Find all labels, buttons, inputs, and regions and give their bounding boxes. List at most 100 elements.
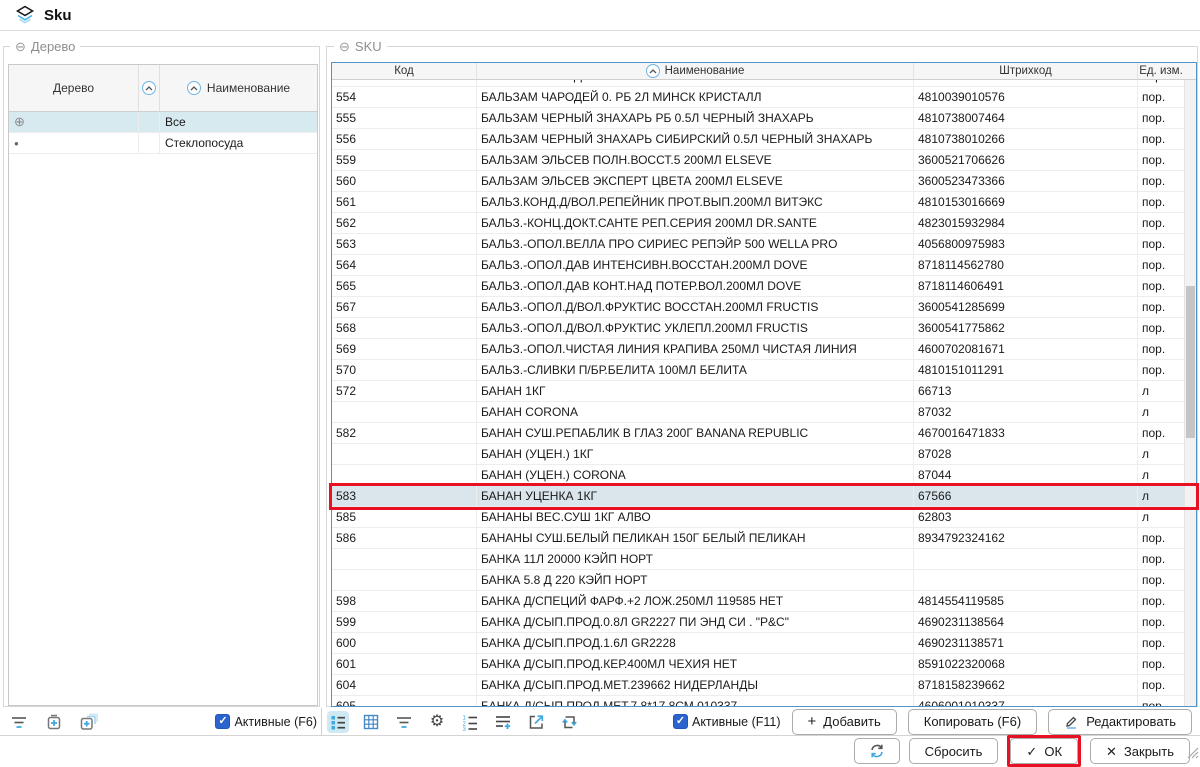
refresh-button[interactable] xyxy=(854,738,900,764)
cell-code: 586 xyxy=(332,528,477,548)
table-row[interactable]: 572БАНАН 1КГ66713л xyxy=(332,381,1184,402)
unit-column-header[interactable]: Ед. изм. xyxy=(1138,63,1184,79)
table-row[interactable]: 560БАЛЬЗАМ ЭЛЬСЕВ ЭКСПЕРТ ЦВЕТА 200МЛ EL… xyxy=(332,171,1184,192)
numbered-list-icon[interactable]: 123 xyxy=(459,711,481,733)
tree-row[interactable]: ●Стеклопосуда xyxy=(9,133,317,154)
collapse-minus-icon[interactable]: ⊖ xyxy=(15,40,26,53)
tree-cell-spacer xyxy=(139,133,160,153)
vertical-scrollbar[interactable] xyxy=(1184,80,1196,706)
table-row[interactable]: БАНАН (УЦЕН.) 1КГ87028л xyxy=(332,444,1184,465)
open-external-icon[interactable] xyxy=(525,711,547,733)
table-row[interactable]: 555БАЛЬЗАМ ЧЕРНЫЙ ЗНАХАРЬ РБ 0.5Л ЧЕРНЫЙ… xyxy=(332,108,1184,129)
cell-code: 563 xyxy=(332,234,477,254)
table-row[interactable]: 567БАЛЬЗ.-ОПОЛ.Д/ВОЛ.ФРУКТИС ВОССТАН.200… xyxy=(332,297,1184,318)
table-row[interactable]: 604БАНКА Д/СЫП.ПРОД.МЕТ.239662 НИДЕРЛАНД… xyxy=(332,675,1184,696)
table-row[interactable]: 586БАНАНЫ СУШ.БЕЛЫЙ ПЕЛИКАН 150Г БЕЛЫЙ П… xyxy=(332,528,1184,549)
cell-barcode: 4810738007464 xyxy=(914,108,1138,128)
cell-unit: пор. xyxy=(1138,129,1184,149)
barcode-column-header[interactable]: Штрихкод xyxy=(914,63,1138,79)
cell-code: 601 xyxy=(332,654,477,674)
table-row[interactable]: 570БАЛЬЗ.-СЛИВКИ П/БР.БЕЛИТА 100МЛ БЕЛИТ… xyxy=(332,360,1184,381)
title-bar: Sku xyxy=(0,0,1200,31)
tree-column-label: Дерево xyxy=(53,81,94,95)
resize-grip-icon[interactable] xyxy=(1187,746,1199,764)
table-row[interactable]: 563БАЛЬЗ.-ОПОЛ.ВЕЛЛА ПРО СИРИЕС РЕПЭЙР 5… xyxy=(332,234,1184,255)
cell-barcode: 4810738010266 xyxy=(914,129,1138,149)
table-row[interactable]: 601БАНКА Д/СЫП.ПРОД.КЕР.400МЛ ЧЕХИЯ НЕТ8… xyxy=(332,654,1184,675)
tree-column-header[interactable]: Дерево xyxy=(9,65,139,111)
settings-gear-icon[interactable]: ⚙ xyxy=(426,711,448,733)
cell-unit: пор. xyxy=(1138,549,1184,569)
table-row[interactable]: 583БАНАН УЦЕНКА 1КГ67566л xyxy=(332,486,1184,507)
table-row[interactable]: 605БАНКА Д/СЫП.ПРОД.МЕТ.7.8*17.8СМ.01033… xyxy=(332,696,1184,706)
table-row[interactable]: 568БАЛЬЗ.-ОПОЛ.Д/ВОЛ.ФРУКТИС УКЛЕПЛ.200М… xyxy=(332,318,1184,339)
table-row[interactable]: 561БАЛЬЗ.КОНД.Д/ВОЛ.РЕПЕЙНИК ПРОТ.ВЫП.20… xyxy=(332,192,1184,213)
name-column-header[interactable]: Наименование xyxy=(160,65,317,111)
cell-code: 562 xyxy=(332,213,477,233)
tree-sort-column[interactable] xyxy=(139,65,160,111)
cell-unit: пор. xyxy=(1138,423,1184,443)
grid-view-icon[interactable] xyxy=(360,711,382,733)
pencil-icon xyxy=(1064,714,1079,729)
collapse-minus-icon[interactable]: ⊖ xyxy=(339,40,350,53)
sort-asc-icon[interactable] xyxy=(142,81,156,95)
table-row[interactable]: 562БАЛЬЗ.-КОНЦ.ДОКТ.САНТЕ РЕП.СЕРИЯ 200М… xyxy=(332,213,1184,234)
table-row[interactable]: 569БАЛЬЗ.-ОПОЛ.ЧИСТАЯ ЛИНИЯ КРАПИВА 250М… xyxy=(332,339,1184,360)
table-row[interactable]: 565БАЛЬЗ.-ОПОЛ.ДАВ КОНТ.НАД ПОТЕР.ВОЛ.20… xyxy=(332,276,1184,297)
table-row[interactable]: БАНАН CORONA87032л xyxy=(332,402,1184,423)
cell-unit: пор. xyxy=(1138,360,1184,380)
table-row[interactable]: 556БАЛЬЗАМ ЧЕРНЫЙ ЗНАХАРЬ СИБИРСКИЙ 0.5Л… xyxy=(332,129,1184,150)
cell-barcode: 87028 xyxy=(914,444,1138,464)
edit-button[interactable]: Редактировать xyxy=(1048,709,1192,735)
copy-button-label: Копировать (F6) xyxy=(924,714,1021,729)
sort-asc-icon[interactable] xyxy=(187,81,201,95)
table-row[interactable]: 559БАЛЬЗАМ ЭЛЬСЕВ ПОЛН.ВОССТ.5 200МЛ ELS… xyxy=(332,150,1184,171)
code-column-header[interactable]: Код xyxy=(332,63,477,79)
table-row[interactable]: БАНКА 11Л 20000 КЭЙП НОРТпор. xyxy=(332,549,1184,570)
expand-plus-icon[interactable]: ⊕ xyxy=(9,112,139,132)
add-box-icon[interactable] xyxy=(43,711,65,733)
copy-button[interactable]: Копировать (F6) xyxy=(908,709,1037,735)
active-f6-checkbox[interactable]: ✓ Активные (F6) xyxy=(215,714,317,729)
table-row[interactable]: 582БАНАН СУШ.РЕПАБЛИК В ГЛАЗ 200Г BANANA… xyxy=(332,423,1184,444)
table-row[interactable]: 554БАЛЬЗАМ ЧАРОДЕЙ 0. РБ 2Л МИНСК КРИСТА… xyxy=(332,87,1184,108)
refresh-icon xyxy=(869,743,885,759)
add-button[interactable]: + Добавить xyxy=(792,709,897,735)
cell-unit: л xyxy=(1138,444,1184,464)
cell-code xyxy=(332,444,477,464)
add-to-list-icon[interactable] xyxy=(492,711,514,733)
close-button[interactable]: ✕ Закрыть xyxy=(1090,738,1190,764)
table-row[interactable]: 598БАНКА Д/СПЕЦИЙ ФАРФ.+2 ЛОЖ.250МЛ 1195… xyxy=(332,591,1184,612)
cell-name: БАЛЬЗАМ ЧАРОДЕЙ 0. РБ 1Л МИНСК КРИСТАЛЛ xyxy=(477,80,914,86)
cell-name: БАЛЬЗ.КОНД.Д/ВОЛ.РЕПЕЙНИК ПРОТ.ВЫП.200МЛ… xyxy=(477,192,914,212)
table-row[interactable]: БАНКА 5.8 Д 220 КЭЙП НОРТпор. xyxy=(332,570,1184,591)
name-column-header[interactable]: Наименование xyxy=(477,63,914,79)
cell-name: БАЛЬЗАМ ЭЛЬСЕВ ПОЛН.ВОССТ.5 200МЛ ELSEVE xyxy=(477,150,914,170)
filter-icon[interactable] xyxy=(8,711,30,733)
filter-icon[interactable] xyxy=(393,711,415,733)
add-multiple-icon[interactable] xyxy=(78,711,100,733)
table-row[interactable]: 600БАНКА Д/СЫП.ПРОД.1.6Л GR2228469023113… xyxy=(332,633,1184,654)
cell-unit: пор. xyxy=(1138,675,1184,695)
cell-barcode: 4814554119585 xyxy=(914,591,1138,611)
tree-cell-name: Стеклопосуда xyxy=(160,133,317,153)
swap-refresh-icon[interactable] xyxy=(558,711,580,733)
sort-asc-icon[interactable] xyxy=(646,64,660,78)
table-row[interactable]: 585БАНАНЫ ВЕС.СУШ 1КГ АЛВО62803л xyxy=(332,507,1184,528)
cell-name: БАЛЬЗ.-ОПОЛ.Д/ВОЛ.ФРУКТИС ВОССТАН.200МЛ … xyxy=(477,297,914,317)
table-row[interactable]: 599БАНКА Д/СЫП.ПРОД.0.8Л GR2227 ПИ ЭНД С… xyxy=(332,612,1184,633)
table-row[interactable]: 553БАЛЬЗАМ ЧАРОДЕЙ 0. РБ 1Л МИНСК КРИСТА… xyxy=(332,80,1184,87)
reset-button[interactable]: Сбросить xyxy=(909,738,999,764)
cell-code: 559 xyxy=(332,150,477,170)
name-column-label: Наименование xyxy=(665,65,745,77)
table-row[interactable]: БАНАН (УЦЕН.) CORONA87044л xyxy=(332,465,1184,486)
active-f11-checkbox[interactable]: ✓ Активные (F11) xyxy=(673,714,781,729)
table-row[interactable]: 564БАЛЬЗ.-ОПОЛ.ДАВ ИНТЕНСИВН.ВОССТАН.200… xyxy=(332,255,1184,276)
cell-unit: пор. xyxy=(1138,80,1184,86)
cell-code: 568 xyxy=(332,318,477,338)
scrollbar-thumb[interactable] xyxy=(1186,286,1195,438)
tree-row[interactable]: ⊕Все xyxy=(9,112,317,133)
cell-name: БАЛЬЗАМ ЭЛЬСЕВ ЭКСПЕРТ ЦВЕТА 200МЛ ELSEV… xyxy=(477,171,914,191)
list-view-icon[interactable] xyxy=(327,711,349,733)
ok-button[interactable]: ✓ ОК xyxy=(1010,738,1078,764)
